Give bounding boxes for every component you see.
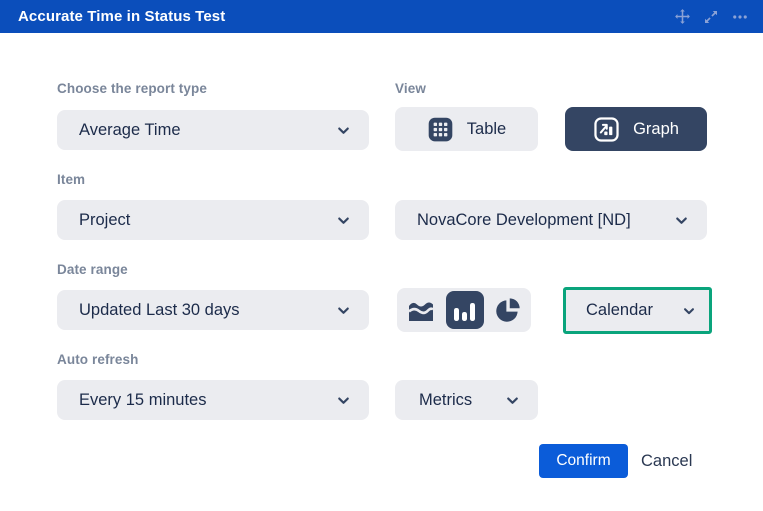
report-type-label: Choose the report type (57, 81, 207, 96)
project-select[interactable]: NovaCore Development [ND] (395, 200, 707, 240)
auto-refresh-label: Auto refresh (57, 352, 138, 367)
item-value: Project (79, 211, 130, 230)
auto-refresh-value: Every 15 minutes (79, 391, 206, 410)
item-select[interactable]: Project (57, 200, 369, 240)
view-graph-button[interactable]: Graph (565, 107, 707, 151)
pie-chart-icon[interactable] (494, 297, 521, 324)
project-value: NovaCore Development [ND] (417, 211, 631, 230)
area-chart-icon[interactable] (407, 297, 435, 323)
calendar-select-highlighted[interactable]: Calendar (563, 287, 712, 334)
calendar-value: Calendar (586, 301, 653, 320)
chevron-down-icon (505, 393, 520, 408)
chevron-down-icon (336, 123, 351, 138)
date-range-select[interactable]: Updated Last 30 days (57, 290, 369, 330)
expand-icon[interactable] (702, 8, 720, 26)
time-in-status-dialog: Accurate Time in Status Test Choose the … (0, 0, 763, 511)
view-table-label: Table (467, 120, 506, 139)
date-range-label: Date range (57, 262, 128, 277)
cancel-button[interactable]: Cancel (641, 444, 692, 478)
chevron-down-icon (682, 304, 696, 318)
metrics-select[interactable]: Metrics (395, 380, 538, 420)
more-icon[interactable] (731, 8, 749, 26)
dialog-title: Accurate Time in Status Test (18, 8, 225, 25)
header-actions (673, 8, 749, 26)
metrics-value: Metrics (419, 391, 472, 410)
date-range-value: Updated Last 30 days (79, 301, 240, 320)
dialog-header: Accurate Time in Status Test (0, 0, 763, 33)
graph-icon (593, 116, 620, 143)
item-label: Item (57, 172, 85, 187)
view-graph-label: Graph (633, 120, 679, 139)
chart-type-toggle (397, 288, 531, 332)
view-table-button[interactable]: Table (395, 107, 538, 151)
report-type-value: Average Time (79, 121, 181, 140)
chevron-down-icon (674, 213, 689, 228)
report-type-select[interactable]: Average Time (57, 110, 369, 150)
chevron-down-icon (336, 303, 351, 318)
bar-chart-button-selected[interactable] (446, 291, 484, 329)
confirm-button[interactable]: Confirm (539, 444, 628, 478)
chevron-down-icon (336, 393, 351, 408)
chevron-down-icon (336, 213, 351, 228)
move-icon[interactable] (673, 8, 691, 26)
table-icon (427, 116, 454, 143)
auto-refresh-select[interactable]: Every 15 minutes (57, 380, 369, 420)
view-label: View (395, 81, 426, 96)
